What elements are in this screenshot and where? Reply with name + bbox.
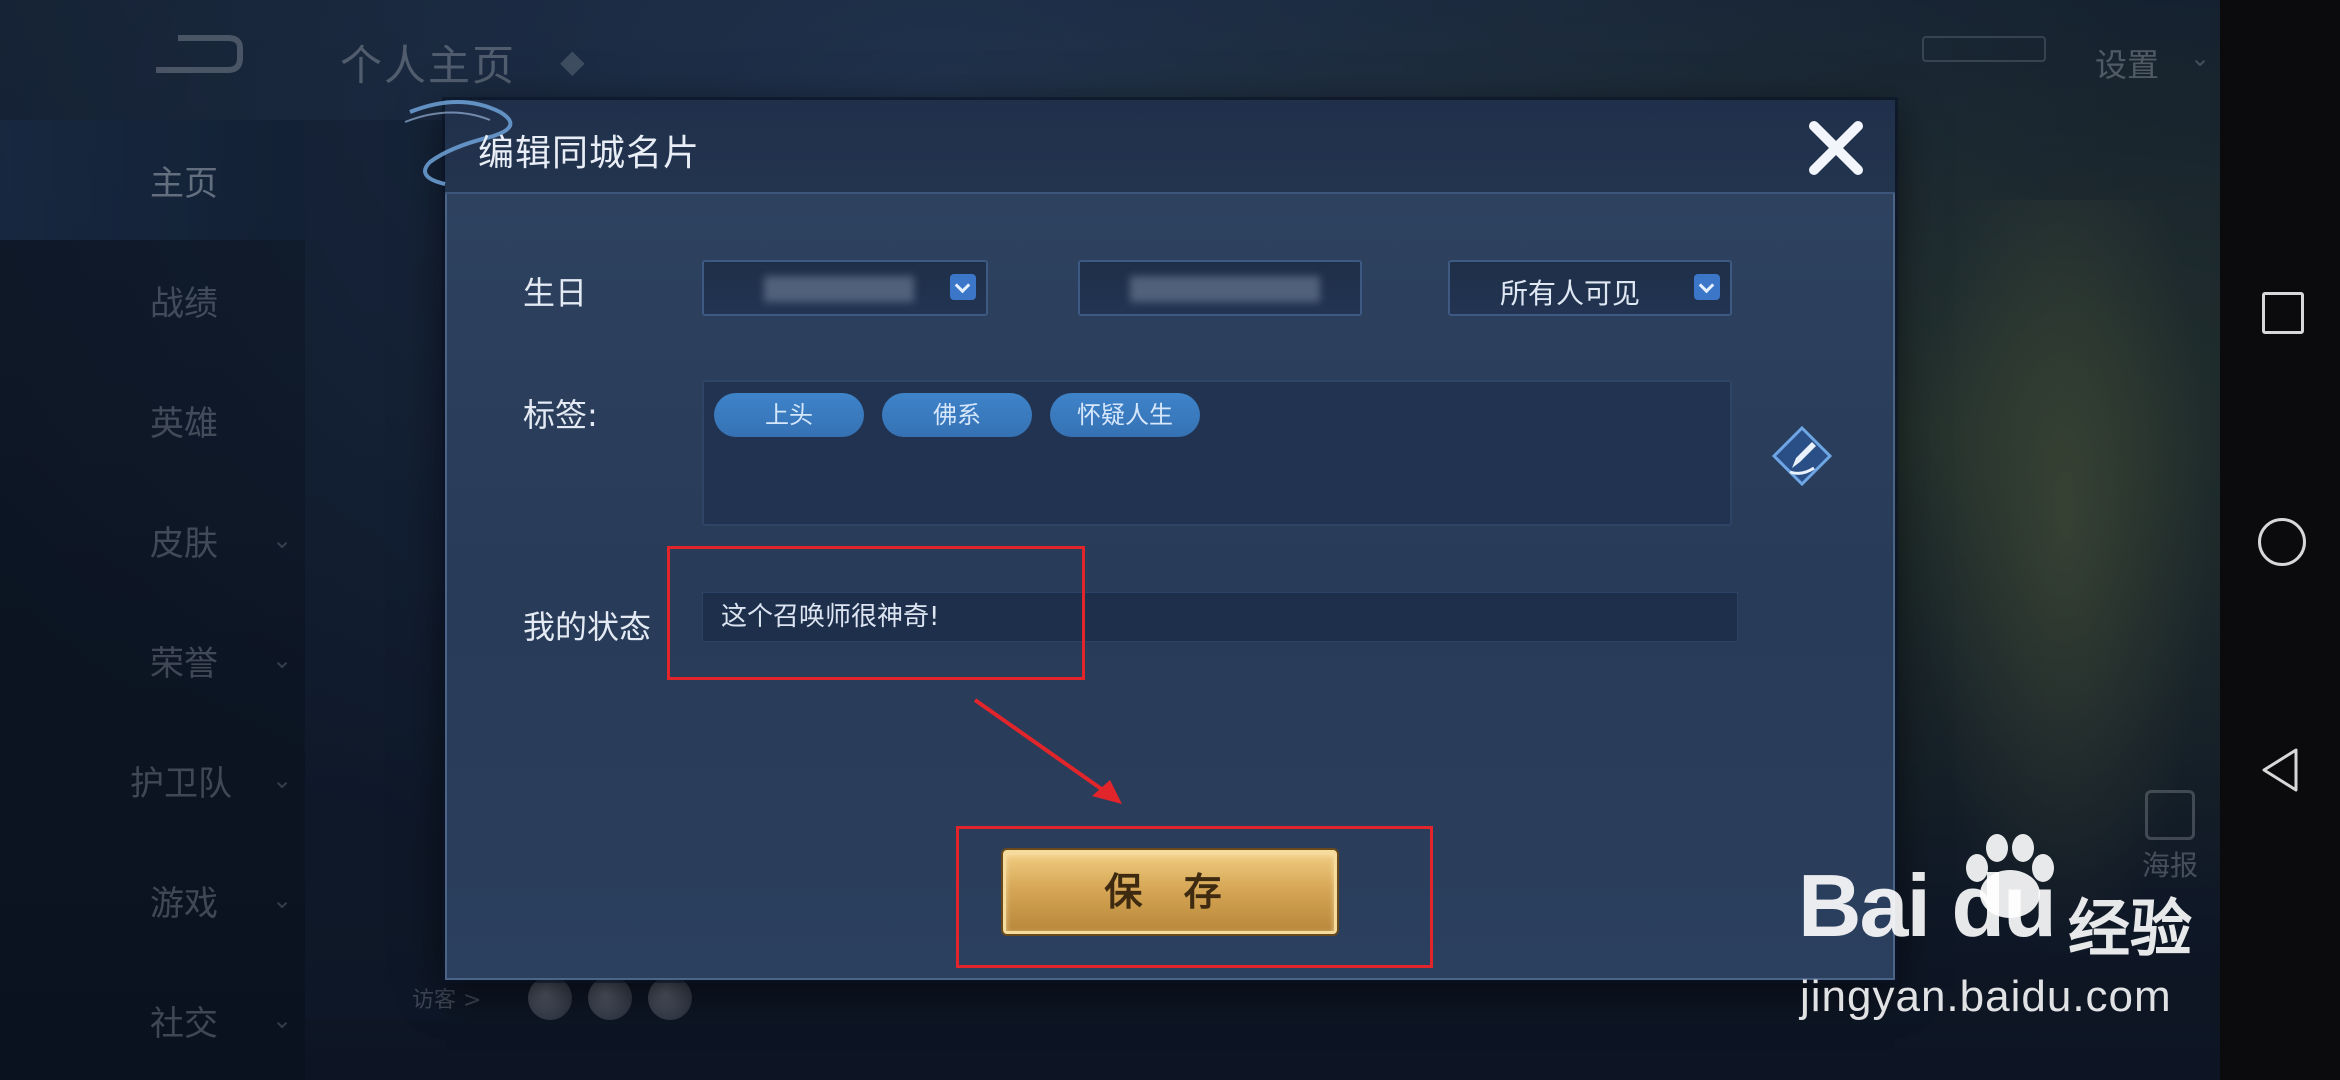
blurred-value — [764, 276, 914, 302]
tag-chip[interactable]: 怀疑人生 — [1050, 393, 1200, 437]
home-icon[interactable] — [2258, 518, 2306, 566]
edit-tags-icon[interactable] — [1770, 424, 1834, 488]
blurred-value — [1130, 276, 1320, 302]
chevron-down-icon — [950, 274, 976, 300]
baidu-jingyan-text: 经验 — [2068, 892, 2193, 965]
visibility-value: 所有人可见 — [1499, 277, 1640, 310]
chevron-down-icon — [1694, 274, 1720, 300]
birthday-day-select[interactable] — [1078, 260, 1362, 316]
birthday-label: 生日 — [523, 274, 588, 312]
tag-chip[interactable]: 上头 — [714, 393, 864, 437]
arrow-icon — [973, 698, 1122, 804]
back-nav-icon[interactable] — [2258, 746, 2302, 794]
status-label: 我的状态 — [523, 608, 652, 646]
recents-icon[interactable] — [2262, 292, 2304, 334]
watermark-url: jingyan.baidu.com — [1800, 972, 2172, 1021]
highlight-box — [956, 826, 1433, 968]
close-icon[interactable] — [1800, 112, 1872, 184]
highlight-box — [667, 546, 1085, 680]
tags-label: 标签: — [523, 396, 598, 434]
birthday-month-select[interactable] — [702, 260, 988, 316]
paw-icon — [1966, 834, 2054, 918]
dialog-title: 编辑同城名片 — [478, 133, 701, 174]
tag-chip[interactable]: 佛系 — [882, 393, 1032, 437]
visibility-select[interactable]: 所有人可见 — [1448, 260, 1732, 316]
